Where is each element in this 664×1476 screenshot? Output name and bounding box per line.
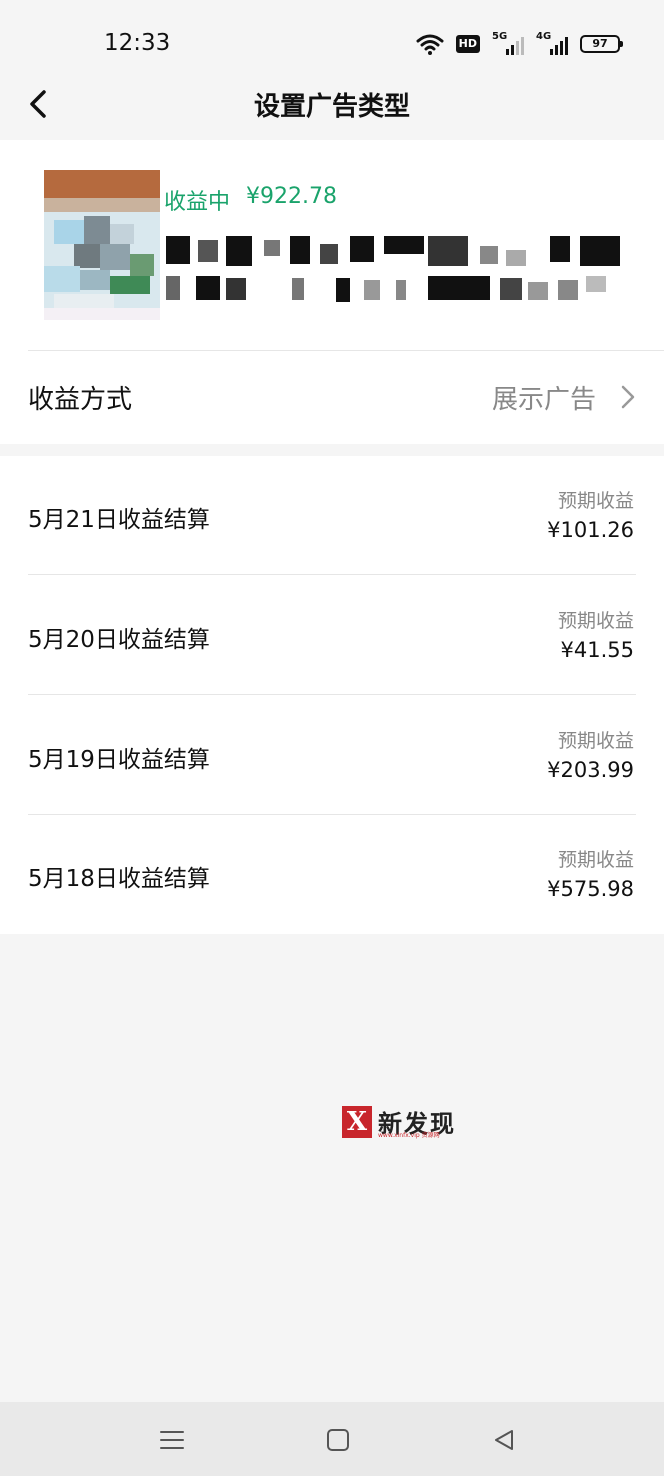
row-divider [28,574,636,575]
home-square-icon [327,1429,349,1451]
expected-earning-amount: ¥41.55 [560,638,634,662]
earning-method-label: 收益方式 [28,385,133,415]
expected-earning-label: 预期收益 [557,849,634,871]
list-item[interactable]: 5月18日收益结算 预期收益 ¥575.98 [0,815,664,934]
signal-5g-icon: 5G [492,31,524,55]
account-card: 收益中 ¥922.78 收益方式 展示广告 [0,140,664,444]
nav-header: 设置广告类型 [0,72,664,140]
settlement-title: 5月19日收益结算 [28,747,210,773]
expected-earning-label: 预期收益 [557,730,634,752]
system-back-button[interactable] [484,1420,524,1460]
watermark-url: www.xinfx.vip 资源网 [378,1132,440,1139]
hd-badge: HD [455,35,480,53]
settlement-list: 5月21日收益结算 预期收益 ¥101.26 5月20日收益结算 预期收益 ¥4… [0,456,664,934]
redacted-account-name [166,236,626,308]
back-triangle-icon [495,1430,513,1450]
menu-icon [160,1431,184,1449]
row-divider [28,694,636,695]
expected-earning-amount: ¥575.98 [547,877,634,901]
signal-4g-icon: 4G [536,31,568,55]
expected-earning-label: 预期收益 [557,610,634,632]
blurred-thumbnail [44,170,160,320]
earning-status: 收益中 [164,190,231,215]
chevron-right-icon [621,385,635,409]
expected-earning-label: 预期收益 [557,490,634,512]
watermark-logo: X 新发现 www.xinfx.vip 资源网 [342,1104,462,1140]
expected-earning-amount: ¥203.99 [547,758,634,782]
settlement-title: 5月20日收益结算 [28,627,210,653]
earning-method-value: 展示广告 [491,385,596,415]
status-icons: HD 5G 4G 97 [416,30,623,58]
expected-earning-amount: ¥101.26 [547,518,634,542]
settlement-title: 5月18日收益结算 [28,866,210,892]
page-title: 设置广告类型 [253,92,410,122]
net2-label: 4G [536,31,552,42]
settlement-title: 5月21日收益结算 [28,507,210,533]
status-time: 12:33 [104,30,171,56]
watermark-x: X [342,1106,372,1138]
list-item[interactable]: 5月20日收益结算 预期收益 ¥41.55 [0,576,664,695]
earning-method-row[interactable]: 收益方式 展示广告 [0,351,664,444]
system-nav-bar [0,1402,664,1476]
home-button[interactable] [318,1420,358,1460]
battery-icon: 97 [580,35,623,53]
earning-line: 收益中 ¥922.78 [164,184,337,216]
wifi-icon [416,34,444,55]
net1-label: 5G [492,31,508,42]
earning-amount: ¥922.78 [246,184,337,209]
list-item[interactable]: 5月19日收益结算 预期收益 ¥203.99 [0,696,664,815]
list-item[interactable]: 5月21日收益结算 预期收益 ¥101.26 [0,456,664,575]
menu-button[interactable] [152,1420,192,1460]
